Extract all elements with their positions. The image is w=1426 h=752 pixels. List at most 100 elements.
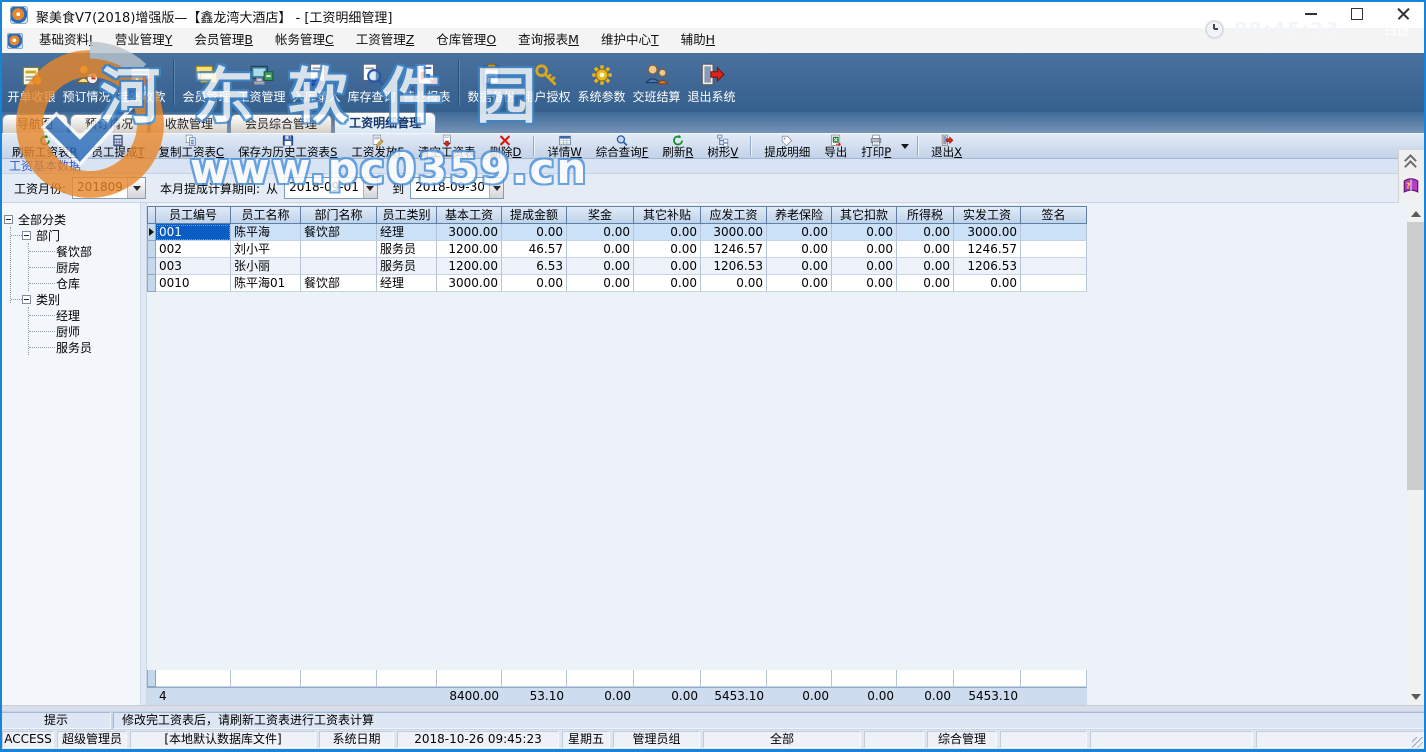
toolbar-button[interactable]: 保存为历史工资表S	[231, 134, 344, 158]
grid-column-header[interactable]: 签名	[1021, 206, 1087, 224]
toolbar-button[interactable]: 打印P	[854, 134, 898, 158]
grid-cell[interactable]: 陈平海	[231, 224, 301, 241]
grid-cell[interactable]: 刘小平	[231, 241, 301, 258]
grid-cell[interactable]: 3000.00	[437, 224, 502, 241]
scroll-down-arrow[interactable]	[1407, 688, 1424, 705]
grid-cell[interactable]: 1206.53	[954, 258, 1021, 275]
grid-cell[interactable]: 3000.00	[437, 275, 502, 292]
grid-cell[interactable]: 0.00	[832, 258, 897, 275]
tree-node[interactable]: 厨房	[0, 259, 140, 275]
tree-node[interactable]: 部门	[0, 227, 140, 243]
grid-column-header[interactable]: 应发工资	[701, 206, 767, 224]
grid-cell[interactable]: 3000.00	[701, 224, 767, 241]
grid-cell[interactable]: 0.00	[634, 275, 701, 292]
menu-item[interactable]: 工资管理Z	[345, 28, 426, 53]
grid-cell[interactable]: 服务员	[377, 241, 437, 258]
grid-cell[interactable]: 0.00	[832, 241, 897, 258]
period-from-combobox[interactable]: 2018-09-01	[284, 177, 378, 199]
grid-cell[interactable]	[301, 241, 377, 258]
table-row[interactable]: 002刘小平服务员1200.0046.570.000.001246.570.00…	[147, 241, 1087, 258]
toolbar-button[interactable]: 系统参数	[574, 53, 629, 112]
toolbar-button[interactable]: 营业报表	[399, 53, 454, 112]
grid-column-header[interactable]: 员工名称	[231, 206, 301, 224]
tree-collapse-toggle[interactable]	[22, 231, 31, 240]
toolbar-button[interactable]: 综合查询F	[589, 134, 656, 158]
grid-column-header[interactable]: 所得税	[897, 206, 954, 224]
toolbar-button[interactable]: 预订情况	[59, 53, 114, 112]
toolbar-button[interactable]: 树形V	[700, 134, 745, 158]
grid-cell[interactable]: 0.00	[767, 275, 832, 292]
menu-item[interactable]: 基础资料I	[28, 28, 104, 53]
grid-cell[interactable]: 6.53	[502, 258, 567, 275]
row-indicator[interactable]	[147, 258, 156, 275]
menu-item[interactable]: 仓库管理O	[425, 28, 507, 53]
panel-splitter[interactable]	[140, 203, 147, 705]
grid-column-header[interactable]: 基本工资	[437, 206, 502, 224]
menu-item[interactable]: 会员管理B	[183, 28, 264, 53]
grid-cell[interactable]: 0.00	[897, 224, 954, 241]
toolbar-button[interactable]: 挂帐收款	[114, 53, 169, 112]
grid-cell[interactable]: 经理	[377, 224, 437, 241]
grid-cell[interactable]	[1021, 275, 1087, 292]
scrollbar-thumb[interactable]	[1407, 222, 1424, 490]
grid-cell[interactable]: 0.00	[832, 224, 897, 241]
toolbar-button[interactable]: 刷新R	[655, 134, 700, 158]
toolbar-button[interactable]: 导出	[817, 134, 854, 158]
grid-cell[interactable]: 003	[156, 258, 231, 275]
grid-cell[interactable]: 1246.57	[701, 241, 767, 258]
grid-column-header[interactable]: 提成金额	[502, 206, 567, 224]
tree-node[interactable]: 类别	[0, 291, 140, 307]
grid-cell[interactable]: 0.00	[767, 224, 832, 241]
print-dropdown-arrow[interactable]	[898, 135, 912, 157]
dropdown-button[interactable]	[489, 178, 503, 198]
toolbar-button[interactable]: 入库录入	[289, 53, 344, 112]
grid-column-header[interactable]: 其它扣款	[832, 206, 897, 224]
grid-cell[interactable]: 002	[156, 241, 231, 258]
grid-cell[interactable]	[301, 258, 377, 275]
table-row[interactable]: 0010陈平海01餐饮部经理3000.000.000.000.000.000.0…	[147, 275, 1087, 292]
menu-item[interactable]: 维护中心T	[590, 28, 670, 53]
grid-cell[interactable]: 0.00	[767, 258, 832, 275]
row-indicator[interactable]	[147, 224, 156, 241]
grid-cell[interactable]: 张小丽	[231, 258, 301, 275]
grid-column-header[interactable]: 员工编号	[156, 206, 231, 224]
grid-cell[interactable]: 0.00	[567, 241, 634, 258]
grid-column-header[interactable]: 部门名称	[301, 206, 377, 224]
toolbar-button[interactable]: 用户授权	[519, 53, 574, 112]
toolbar-button[interactable]: 提成明细	[757, 134, 817, 158]
toolbar-button[interactable]: 退出X	[924, 134, 969, 158]
grid-cell[interactable]: 3000.00	[954, 224, 1021, 241]
menu-item[interactable]: 营业管理Y	[104, 28, 184, 53]
row-indicator[interactable]	[147, 241, 156, 258]
tab[interactable]: 收款管理	[150, 114, 228, 133]
help-book-icon[interactable]: ?	[1401, 176, 1421, 199]
grid-cell[interactable]: 0.00	[767, 241, 832, 258]
grid-cell[interactable]: 001	[156, 224, 231, 241]
grid-column-header[interactable]: 养老保险	[767, 206, 832, 224]
tab[interactable]: 预订情况	[70, 114, 148, 133]
tree-node[interactable]: 经理	[0, 307, 140, 323]
grid-cell[interactable]: 0.00	[897, 275, 954, 292]
grid-cell[interactable]: 餐饮部	[301, 224, 377, 241]
row-indicator[interactable]	[147, 275, 156, 292]
tab[interactable]: 导航图	[2, 114, 68, 133]
grid-cell[interactable]: 0.00	[897, 241, 954, 258]
grid-cell[interactable]	[1021, 241, 1087, 258]
toolbar-button[interactable]: 刷新工资表R	[5, 134, 85, 158]
grid-cell[interactable]: 0.00	[954, 275, 1021, 292]
grid-column-header[interactable]: 实发工资	[954, 206, 1021, 224]
grid-cell[interactable]: 1200.00	[437, 241, 502, 258]
toolbar-button[interactable]: 详情W	[540, 134, 588, 158]
toolbar-button[interactable]: 工资发放F	[344, 134, 411, 158]
toolbar-button[interactable]: 数据备份	[464, 53, 519, 112]
grid-cell[interactable]	[1021, 224, 1087, 241]
grid-cell[interactable]: 0010	[156, 275, 231, 292]
toolbar-button[interactable]: 工资管理	[234, 53, 289, 112]
salary-month-combobox[interactable]: 201809	[72, 177, 146, 199]
grid-cell[interactable]: 46.57	[502, 241, 567, 258]
grid-cell[interactable]: 0.00	[897, 258, 954, 275]
grid-cell[interactable]: 服务员	[377, 258, 437, 275]
dropdown-button[interactable]	[127, 178, 145, 198]
tab[interactable]: 工资明细管理	[334, 112, 436, 133]
scroll-up-arrow[interactable]	[1407, 205, 1424, 222]
